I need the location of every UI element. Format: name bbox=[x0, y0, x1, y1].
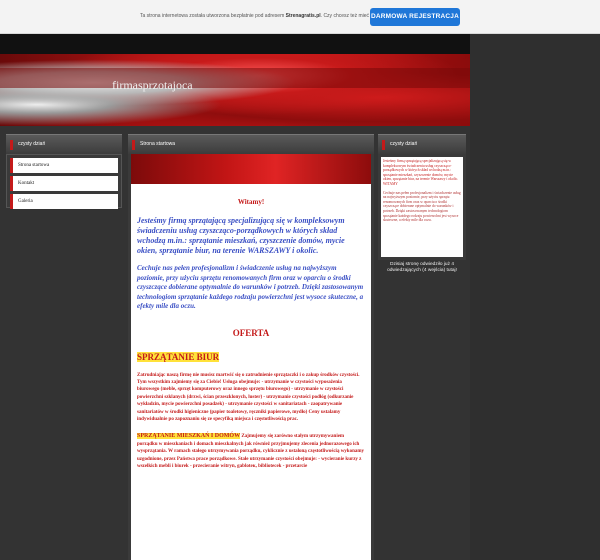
heading-marker-icon bbox=[10, 140, 13, 150]
offer-heading: OFERTA bbox=[232, 327, 270, 338]
sidebar-item-contact[interactable]: Kontakt bbox=[10, 176, 118, 191]
notice-site-link[interactable]: Strenagratis.pl bbox=[286, 13, 321, 19]
office-cleaning-title-wrap: SPRZĄTANIE BIUR bbox=[137, 351, 365, 362]
welcome-heading: Witamy! bbox=[237, 198, 265, 206]
right-witamy-text: WITAMY bbox=[383, 181, 398, 186]
free-registration-button[interactable]: DARMOWA REJESTRACJA bbox=[370, 8, 460, 26]
visitor-counter: Dzisiaj stronę odwiedziło już 4 odwiedza… bbox=[387, 262, 457, 273]
site-title[interactable]: firmasprzotajoca bbox=[112, 78, 193, 93]
sidebar-heading-label: czysty dziań bbox=[18, 141, 46, 147]
right-heading: czysty dziań bbox=[378, 134, 466, 154]
sidebar-item-gallery[interactable]: Galeria bbox=[10, 194, 118, 209]
home-cleaning-title: SPRZĄTANIE MIESZKAŃ I DOMÓW bbox=[137, 433, 241, 440]
main-content: Witamy! Jesteśmy firmą sprzątającą specj… bbox=[128, 154, 374, 560]
center-heading: Strona startowa bbox=[128, 134, 374, 154]
quality-paragraph: Cechuje nas pełen profesjonalizm i świad… bbox=[137, 264, 364, 310]
center-heading-label: Strona startowa bbox=[140, 141, 176, 147]
content-banner bbox=[131, 154, 371, 184]
heading-marker-icon bbox=[132, 140, 135, 150]
home-cleaning-text: Zajmujemy się zarówno stałym utrzymywani… bbox=[137, 434, 365, 469]
office-cleaning-text: Zatrudniając naszą firmę nie musisz mart… bbox=[137, 372, 360, 422]
sidebar-heading: czysty dziań bbox=[6, 134, 122, 154]
heading-marker-icon bbox=[382, 140, 385, 150]
right-background bbox=[470, 34, 600, 560]
sidebar-item-home[interactable]: Strona startowa bbox=[10, 158, 118, 173]
home-cleaning-paragraph: SPRZĄTANIE MIESZKAŃ I DOMÓW Zajmujemy si… bbox=[137, 433, 365, 470]
header-banner: firmasprzotajoca bbox=[0, 54, 470, 126]
intro-paragraph: Jesteśmy firmą sprzątającą specjalizując… bbox=[137, 216, 345, 255]
banner-band bbox=[0, 68, 470, 88]
notice-text-prefix: Ta strona internetowa została utworzona … bbox=[140, 13, 285, 19]
top-dark-strip bbox=[0, 34, 470, 54]
registration-notice-bar: Ta strona internetowa została utworzona … bbox=[0, 0, 600, 34]
right-intro-text: Jesteśmy firmą sprzątającą specjalizując… bbox=[383, 159, 459, 182]
office-cleaning-title: SPRZĄTANIE BIUR bbox=[137, 351, 220, 362]
right-quality-text: Cechuje nas pełen profesjonalizm i świad… bbox=[383, 190, 461, 223]
right-heading-label: czysty dziań bbox=[390, 141, 418, 147]
notice-text: Ta strona internetowa została utworzona … bbox=[140, 13, 404, 19]
right-info-box: Jesteśmy firmą sprzątającą specjalizując… bbox=[378, 154, 466, 260]
sidebar-menu: Strona startowa Kontakt Galeria bbox=[6, 154, 122, 209]
